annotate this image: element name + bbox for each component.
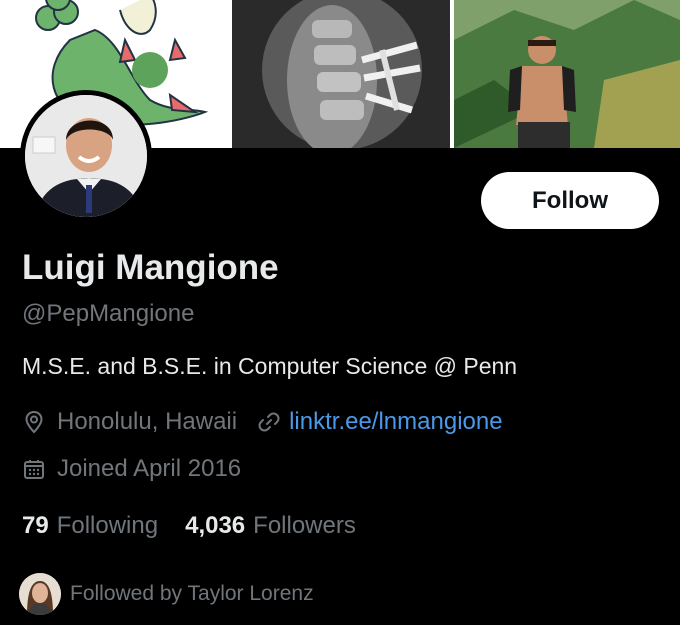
profile-link[interactable]: linktr.ee/lnmangione: [289, 408, 502, 436]
follow-button-label: Follow: [532, 186, 608, 214]
followers-label: Followers: [253, 512, 356, 539]
user-handle: @PepMangione: [22, 300, 195, 327]
profile-bio: M.S.E. and B.S.E. in Computer Science @ …: [22, 353, 518, 379]
follower-avatar: [19, 573, 61, 615]
banner-image-hiker[interactable]: [454, 0, 680, 148]
link-icon: [257, 410, 281, 434]
profile-meta-joined: Joined April 2016: [22, 455, 241, 483]
profile-avatar[interactable]: [20, 90, 152, 222]
calendar-icon: [22, 457, 46, 481]
location-pin-icon: [22, 410, 46, 434]
follow-button[interactable]: Follow: [481, 172, 659, 229]
followed-by[interactable]: Followed by Taylor Lorenz: [19, 573, 314, 615]
avatar-photo: [25, 95, 147, 217]
following-label: Following: [56, 512, 159, 539]
banner-image-xray[interactable]: [232, 0, 450, 148]
followers-count: 4,036: [185, 512, 246, 539]
joined-date: Joined April 2016: [57, 455, 242, 482]
profile-stats: 79 Following 4,036 Followers: [22, 512, 356, 540]
display-name: Luigi Mangione: [22, 248, 279, 287]
profile-meta-location-link: Honolulu, Hawaii linktr.ee/lnmangione: [22, 408, 503, 436]
location-text: Honolulu, Hawaii: [57, 408, 238, 435]
followed-by-text: Followed by Taylor Lorenz: [70, 582, 314, 605]
followers-stat[interactable]: 4,036 Followers: [185, 512, 356, 540]
following-count: 79: [22, 512, 49, 539]
following-stat[interactable]: 79 Following: [22, 512, 158, 540]
